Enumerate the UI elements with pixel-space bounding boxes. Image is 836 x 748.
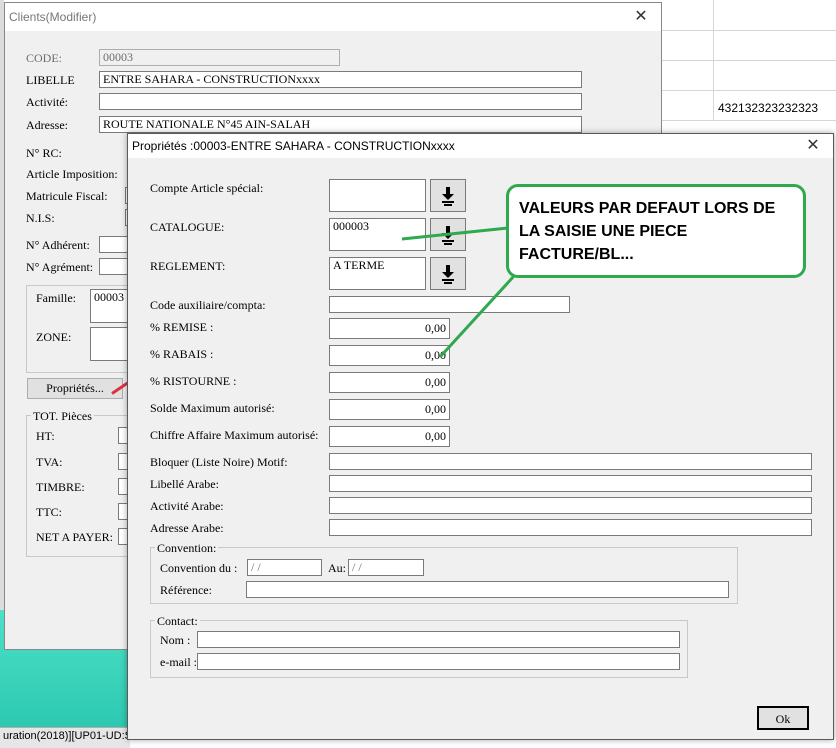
download-arrows-icon <box>442 264 454 284</box>
catalogue-label: CATALOGUE: <box>150 220 225 234</box>
proprietes-button[interactable]: Propriétés... <box>27 378 123 399</box>
activite-arabe-label: Activité Arabe: <box>150 499 224 513</box>
adresse-arabe-label: Adresse Arabe: <box>150 521 224 535</box>
ca-max-label: Chiffre Affaire Maximum autorisé: <box>150 428 319 442</box>
catalogue-picker-button[interactable] <box>430 218 466 251</box>
contact-email-field[interactable] <box>197 653 680 670</box>
bloquer-label: Bloquer (Liste Noire) Motif: <box>150 455 288 469</box>
activite-arabe-field[interactable] <box>329 497 812 514</box>
contact-nom-label: Nom : <box>160 633 191 647</box>
contact-email-label: e-mail : <box>160 655 197 669</box>
download-arrows-icon <box>442 186 454 206</box>
nis-label: N.I.S: <box>26 211 55 225</box>
reglement-label: REGLEMENT: <box>150 259 226 273</box>
reglement-picker-button[interactable] <box>430 257 466 290</box>
libelle-arabe-label: Libellé Arabe: <box>150 477 219 491</box>
tva-label: TVA: <box>36 455 63 469</box>
close-icon[interactable]: ✕ <box>631 3 651 31</box>
matricule-fiscal-label: Matricule Fiscal: <box>26 189 108 203</box>
article-imposition-label: Article Imposition: <box>26 167 118 181</box>
bloquer-field[interactable] <box>329 453 812 470</box>
grid-line <box>660 30 836 31</box>
contact-nom-field[interactable] <box>197 631 680 648</box>
adresse-arabe-field[interactable] <box>329 519 812 536</box>
timbre-label: TIMBRE: <box>36 480 85 494</box>
client-window-title: Clients(Modifier) <box>9 10 97 24</box>
download-arrows-icon <box>442 225 454 245</box>
compte-article-field[interactable] <box>329 179 426 212</box>
convention-du-label: Convention du : <box>160 561 238 575</box>
code-field: 00003 <box>99 49 340 66</box>
contact-title: Contact: <box>155 614 200 629</box>
zone-field[interactable] <box>90 327 132 361</box>
client-window-titlebar: Clients(Modifier) ✕ <box>5 3 661 31</box>
reference-field[interactable] <box>246 581 729 598</box>
reglement-field[interactable]: A TERME <box>329 257 426 290</box>
spreadsheet-cell-value: 432132323232323 <box>718 101 819 115</box>
activite-field[interactable] <box>99 93 582 110</box>
rc-label: N° RC: <box>26 146 62 160</box>
ttc-label: TTC: <box>36 505 62 519</box>
zone-label: ZONE: <box>36 330 72 344</box>
convention-au-label: Au: <box>328 561 346 575</box>
grid-line <box>660 120 836 121</box>
adresse-label: Adresse: <box>26 118 68 132</box>
status-bar: uration(2018)][UP01-UD:Su <box>0 727 130 748</box>
convention-title: Convention: <box>155 541 219 556</box>
compte-article-label: Compte Article spécial: <box>150 181 264 195</box>
libelle-field[interactable]: ENTRE SAHARA - CONSTRUCTIONxxxx <box>99 71 582 88</box>
code-auxiliaire-label: Code auxiliaire/compta: <box>150 298 266 312</box>
remise-label: % REMISE : <box>150 320 214 334</box>
code-auxiliaire-field[interactable] <box>329 296 570 313</box>
ristourne-field[interactable]: 0,00 <box>329 372 450 393</box>
rabais-label: % RABAIS : <box>150 347 214 361</box>
convention-du-field[interactable]: / / <box>247 559 322 576</box>
net-label: NET A PAYER: <box>36 530 113 544</box>
grid-line <box>660 90 836 91</box>
remise-field[interactable]: 0,00 <box>329 318 450 339</box>
rabais-field[interactable]: 0,00 <box>329 345 450 366</box>
famille-field[interactable]: 00003 <box>90 289 132 323</box>
ok-button[interactable]: Ok <box>757 706 809 730</box>
activite-label: Activité: <box>26 95 68 109</box>
totals-title: TOT. Pièces <box>31 409 94 424</box>
close-icon[interactable]: ✕ <box>803 134 823 158</box>
proprietes-title: Propriétés :00003-ENTRE SAHARA - CONSTRU… <box>132 139 455 153</box>
compte-article-picker-button[interactable] <box>430 179 466 212</box>
solde-max-label: Solde Maximum autorisé: <box>150 401 275 415</box>
famille-label: Famille: <box>36 291 76 305</box>
annotation-callout: VALEURS PAR DEFAUT LORS DE LA SAISIE UNE… <box>506 184 806 278</box>
adresse-field[interactable]: ROUTE NATIONALE N°45 AIN-SALAH <box>99 116 582 133</box>
solde-max-field[interactable]: 0,00 <box>329 399 450 420</box>
grid-line <box>660 60 836 61</box>
libelle-arabe-field[interactable] <box>329 475 812 492</box>
ristourne-label: % RISTOURNE : <box>150 374 237 388</box>
ca-max-field[interactable]: 0,00 <box>329 426 450 447</box>
convention-au-field[interactable]: / / <box>348 559 424 576</box>
ht-label: HT: <box>36 429 55 443</box>
catalogue-field[interactable]: 000003 <box>329 218 426 251</box>
code-label: CODE: <box>26 51 62 65</box>
agrement-label: N° Agrément: <box>26 260 94 274</box>
reference-label: Référence: <box>160 583 212 597</box>
adherent-label: N° Adhérent: <box>26 238 90 252</box>
libelle-label: LIBELLE <box>26 73 75 87</box>
proprietes-titlebar: Propriétés :00003-ENTRE SAHARA - CONSTRU… <box>128 134 833 158</box>
